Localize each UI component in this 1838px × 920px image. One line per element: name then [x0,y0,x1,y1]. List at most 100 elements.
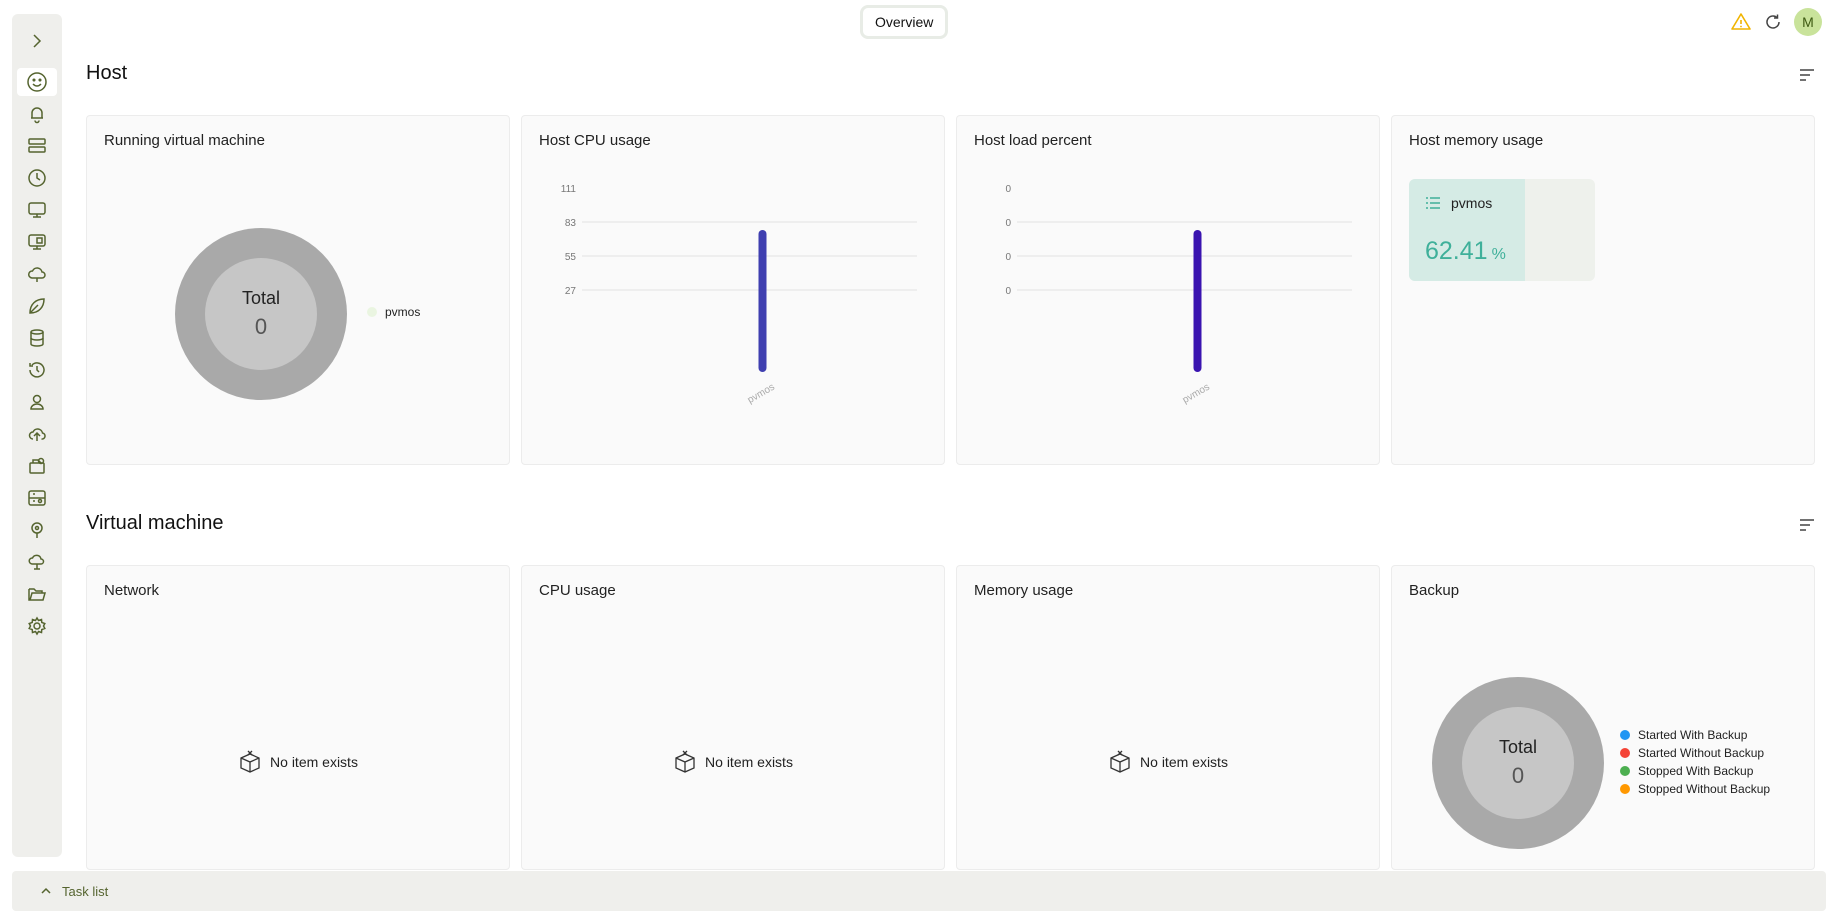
y-tick-label: 27 [565,286,577,297]
empty-state: No item exists [957,750,1379,774]
running-vm-legend: pvmos [367,303,420,321]
legend-dot [1620,766,1630,776]
warning-icon [1731,13,1751,30]
sidebar-item-upload[interactable] [12,418,62,450]
backup-legend: Started With Backup Started Without Backu… [1620,726,1770,798]
legend-dot [1620,784,1630,794]
backup-icon [29,457,45,474]
donut-total-value: 0 [1512,763,1524,788]
memory-host-name: pvmos [1451,195,1493,211]
sidebar-item-alerts[interactable] [12,98,62,130]
sidebar-item-backup[interactable] [12,450,62,482]
x-tick-label: pvmos [746,382,777,406]
top-toolbar: M [1730,8,1822,36]
card-title: Network [104,582,160,599]
bar[interactable] [1193,230,1202,372]
memory-value-unit: % [1491,246,1506,263]
legend-label: Stopped Without Backup [1638,782,1771,796]
avatar[interactable]: M [1794,8,1822,36]
y-tick-label: 0 [1005,218,1011,229]
server-icon [28,138,46,153]
x-tick-label: pvmos [1181,382,1212,406]
legend-label: pvmos [385,305,421,319]
sidebar-item-eco[interactable] [12,290,62,322]
vm-section-menu-icon[interactable] [1798,516,1816,534]
task-list-bar[interactable]: Task list [12,871,1826,911]
warning-button[interactable] [1730,11,1752,33]
config-icon [28,490,46,506]
cloud-icon [28,267,46,282]
host-section-title: Host [86,62,128,84]
legend-item[interactable]: Stopped Without Backup [1620,780,1770,798]
task-list-label: Task list [62,883,109,899]
vm-cpu-card: CPU usage No item exists [521,565,945,870]
sidebar-item-remote[interactable] [12,546,62,578]
monitors-icon [28,234,46,250]
memory-host-label: pvmos [1425,195,1492,211]
legend-item[interactable]: Started With Backup [1620,726,1770,744]
y-tick-label: 111 [561,184,577,195]
sidebar-item-servers[interactable] [12,130,62,162]
tab-overview[interactable]: Overview [860,5,949,39]
chevron-right-icon [33,34,42,48]
memory-value-number: 62.41 [1425,237,1488,265]
y-tick-label: 0 [1005,286,1011,297]
legend-item[interactable]: Stopped With Backup [1620,762,1770,780]
host-cpu-card: Host CPU usage 111 83 55 27 pvmos [521,115,945,465]
sidebar-item-overview[interactable] [12,66,62,98]
empty-text: No item exists [270,754,358,770]
donut-total-label: Total [242,288,280,308]
memory-tile[interactable]: pvmos 62.41% [1409,179,1595,281]
gear-icon [28,616,46,636]
legend-label: Started Without Backup [1638,746,1765,760]
sidebar-item-virtual-machines[interactable] [12,194,62,226]
running-vm-card: Running virtual machine Total 0 pvmos [86,115,510,465]
empty-text: No item exists [1140,754,1228,770]
legend-dot [1620,730,1630,740]
empty-box-icon [675,750,695,773]
sidebar-item-configuration[interactable] [12,482,62,514]
sidebar-item-storage[interactable] [12,322,62,354]
legend-item[interactable]: Started Without Backup [1620,744,1770,762]
host-cpu-chart: 111 83 55 27 pvmos [561,184,917,406]
sidebar-item-files[interactable] [12,578,62,610]
host-section-menu-icon[interactable] [1798,66,1816,84]
sidebar-item-location[interactable] [12,514,62,546]
list-icon [1426,197,1440,209]
empty-text: No item exists [705,754,793,770]
vm-memory-card: Memory usage No item exists [956,565,1380,870]
host-load-card: Host load percent 0 0 0 0 pvmos [956,115,1380,465]
legend-item[interactable]: pvmos [367,303,420,321]
sidebar-item-history[interactable] [12,354,62,386]
donut-total-label: Total [1499,737,1537,757]
y-tick-label: 83 [565,218,577,229]
leaf-icon [29,298,45,314]
chevron-up-icon [41,887,51,894]
expand-sidebar-button[interactable] [12,24,62,58]
empty-box-icon [1110,750,1130,773]
y-tick-label: 55 [565,252,577,263]
memory-value: 62.41% [1425,237,1506,266]
smiley-icon [27,72,47,92]
sidebar-nav [12,66,62,642]
sidebar-item-users[interactable] [12,386,62,418]
sidebar-item-cloud[interactable] [12,258,62,290]
sidebar-item-templates[interactable] [12,226,62,258]
legend-dot [1620,748,1630,758]
user-icon [30,394,44,410]
host-load-chart: 0 0 0 0 pvmos [1005,184,1352,406]
donut-total-value: 0 [255,314,267,339]
empty-box-icon [240,750,260,773]
refresh-button[interactable] [1762,11,1784,33]
clock-icon [28,169,46,187]
host-memory-card: Host memory usage pvmos 62.41% [1391,115,1815,465]
sidebar-item-settings[interactable] [12,610,62,642]
pin-icon [31,522,43,538]
sidebar-item-schedule[interactable] [12,162,62,194]
card-title: Backup [1409,582,1460,599]
empty-state: No item exists [87,750,509,774]
card-title: CPU usage [539,582,616,599]
bar[interactable] [758,230,767,372]
cloud-upload-icon [28,428,46,441]
card-title: Memory usage [974,582,1074,599]
